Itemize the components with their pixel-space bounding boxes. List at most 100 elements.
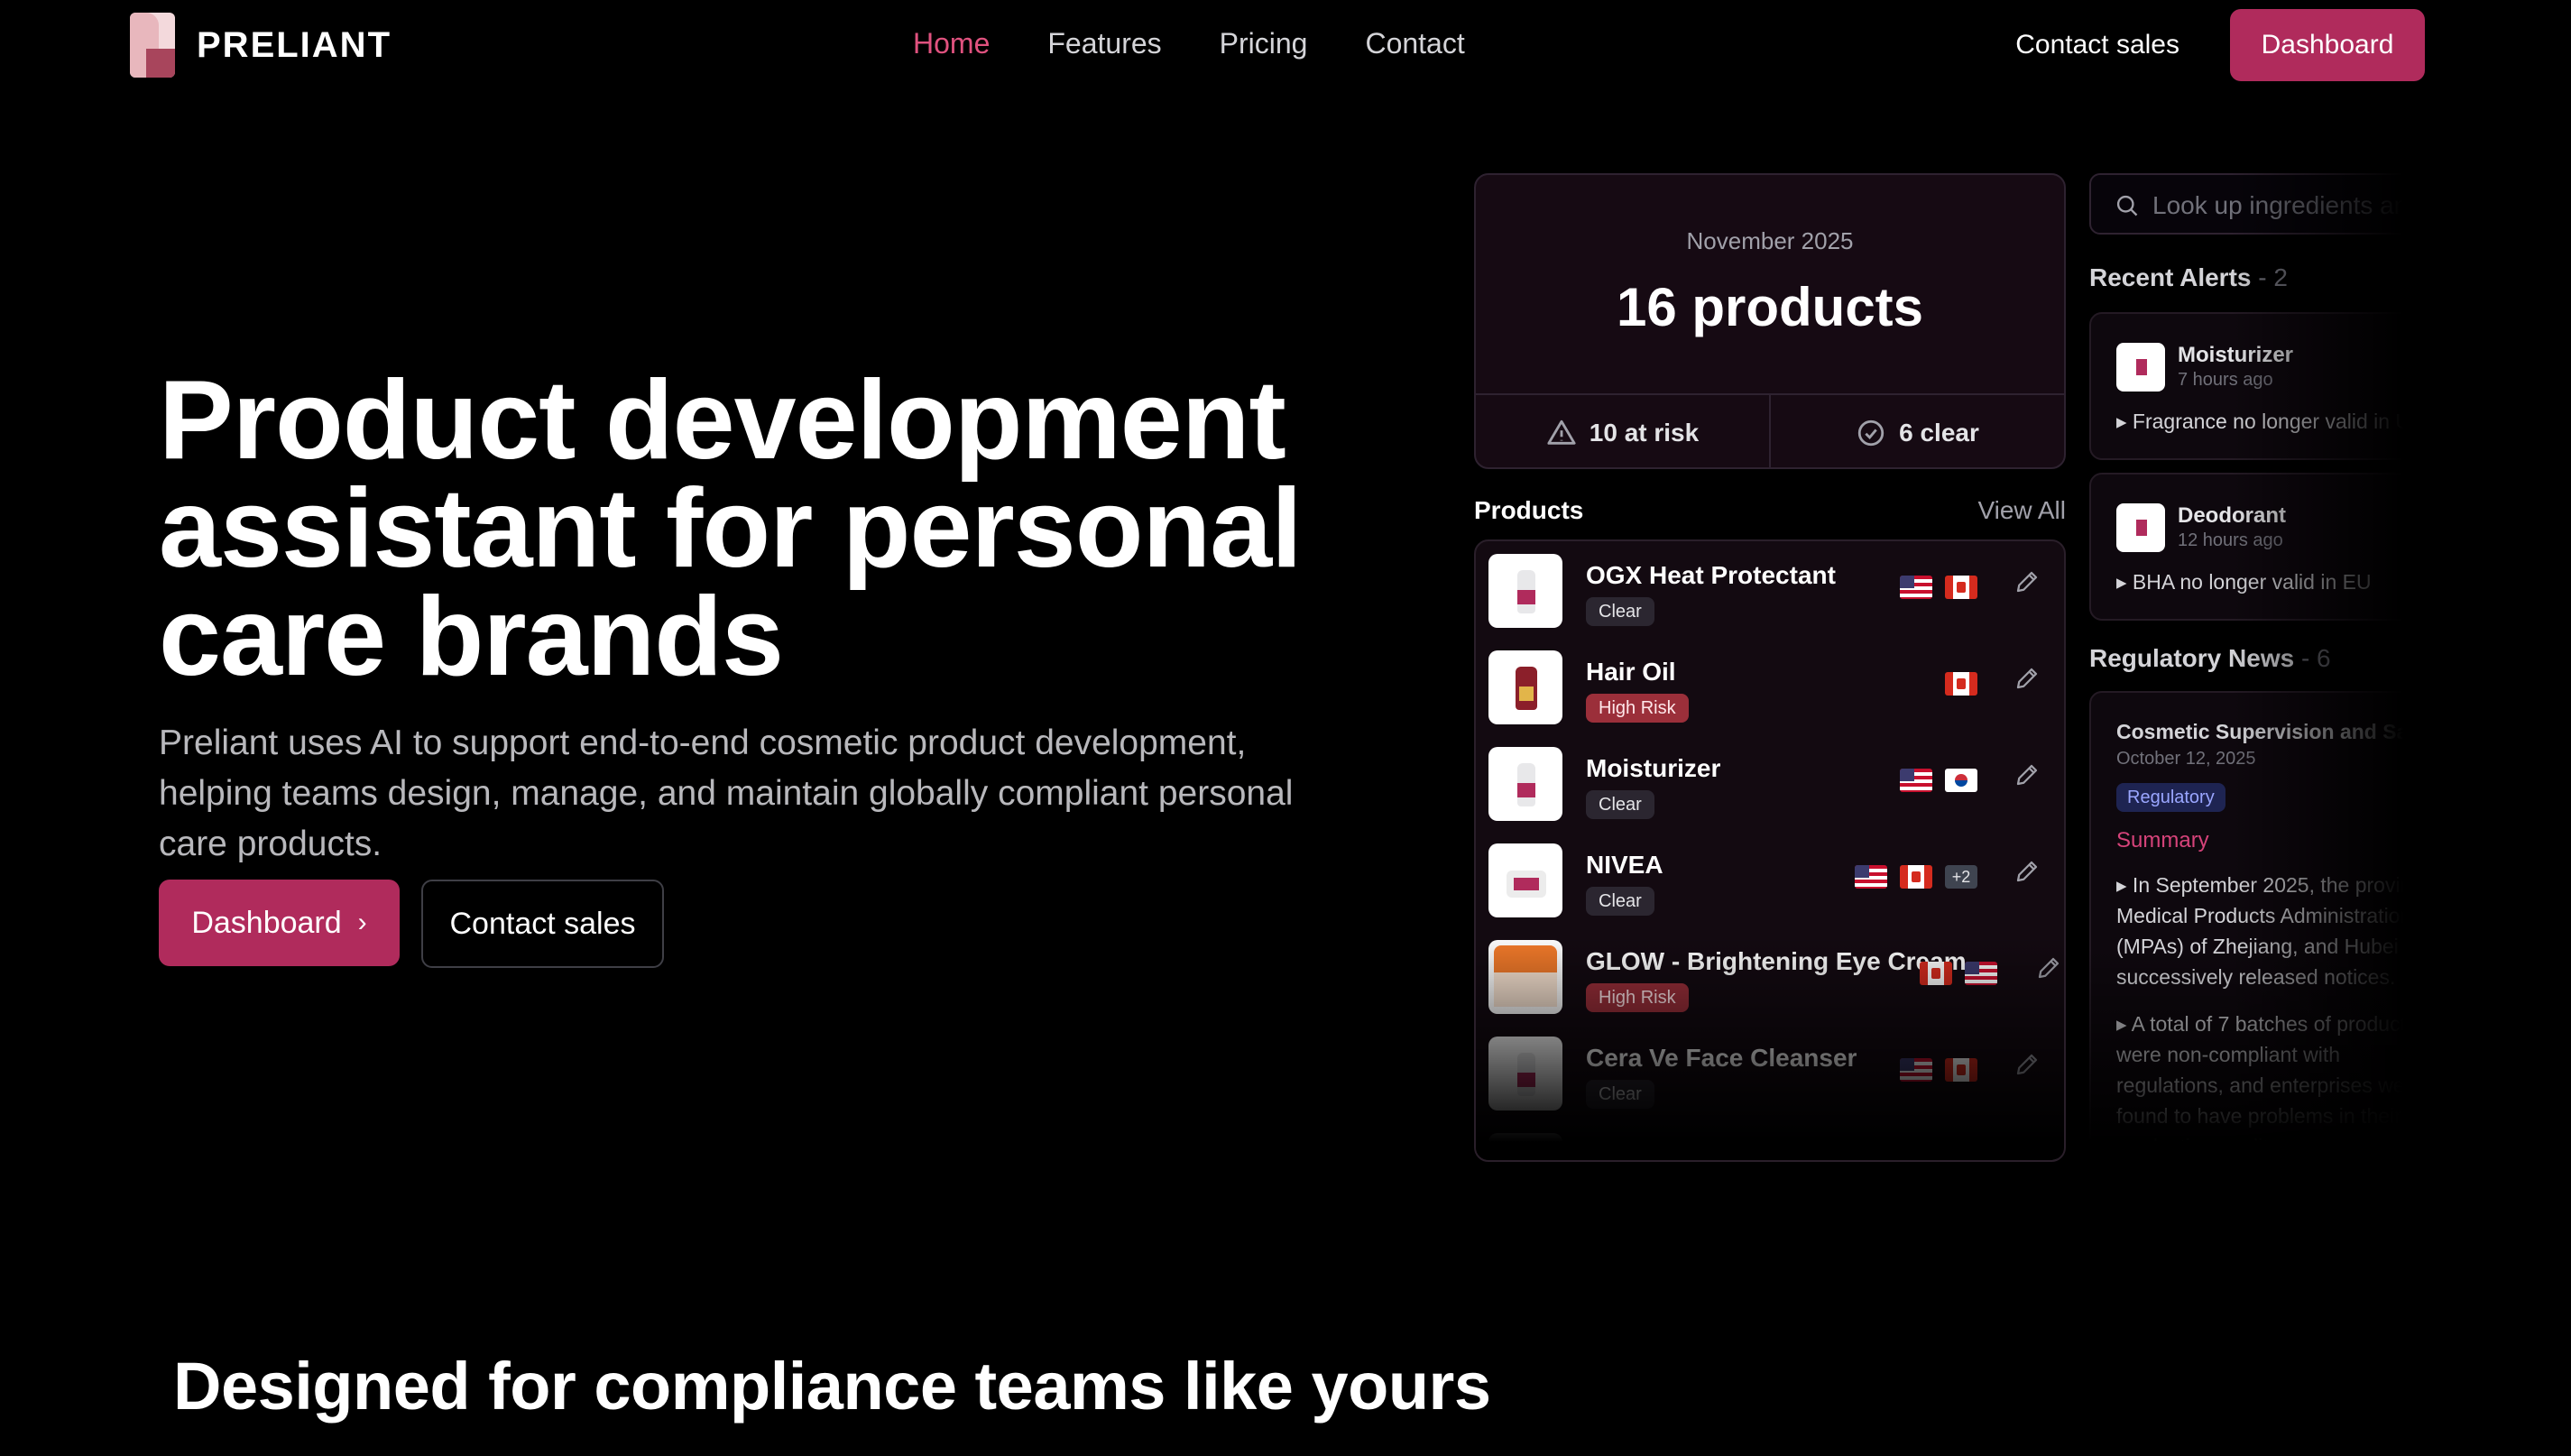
hero-dashboard-label: Dashboard <box>191 905 342 940</box>
news-summary-label: Summary <box>2116 828 2209 852</box>
news-card[interactable]: Cosmetic Supervision and Sampling Octobe… <box>2089 691 2410 1164</box>
search-input[interactable] <box>2152 188 2410 224</box>
market-flags <box>1900 769 1977 792</box>
summary-month: November 2025 <box>1686 227 1854 254</box>
flag-ca-icon <box>1945 576 1977 599</box>
edit-pencil-icon[interactable] <box>2013 665 2050 701</box>
market-flags <box>1965 1155 1997 1160</box>
product-name: Moisturizer <box>1586 754 1721 782</box>
flag-ca-icon <box>1920 962 1952 985</box>
product-row[interactable]: La Roche Posay MoisturizerClear <box>1476 1120 2064 1162</box>
alert-time: 7 hours ago <box>2178 370 2273 390</box>
clear-stat[interactable]: 6 clear <box>1769 395 2064 467</box>
flag-us-icon <box>1965 1155 1997 1160</box>
hero-title-line: care brands <box>159 575 784 699</box>
news-date: October 12, 2025 <box>2116 749 2256 769</box>
products-list: OGX Heat Protectant Clear Hair Oil High Ris… <box>1474 539 2066 1162</box>
nav-link-pricing[interactable]: Pricing <box>1220 27 1308 60</box>
flag-us-icon <box>1965 962 1997 985</box>
ingredient-search <box>2089 173 2410 235</box>
status-badge: Clear <box>1586 887 1654 916</box>
product-row[interactable]: Hair Oil High Risk <box>1476 638 2064 734</box>
product-name: NIVEA <box>1586 851 1663 879</box>
section-title: Designed for compliance teams like yours <box>173 1349 1491 1424</box>
hero-subtitle: Preliant uses AI to support end-to-end c… <box>159 723 1294 863</box>
market-flags <box>1900 576 1977 599</box>
alert-product-name: Deodorant <box>2178 503 2286 528</box>
nav-link-home[interactable]: Home <box>913 27 990 60</box>
at-risk-label: 10 at risk <box>1589 419 1700 447</box>
contact-sales-link[interactable]: Contact sales <box>2015 30 2179 60</box>
alert-time: 12 hours ago <box>2178 530 2283 550</box>
nav-link-contact[interactable]: Contact <box>1365 27 1464 60</box>
product-row[interactable]: GLOW - Brightening Eye Cream High Risk <box>1476 927 2064 1024</box>
product-thumbnail <box>1488 1133 1562 1160</box>
more-markets-badge: +2 <box>1945 865 1977 889</box>
product-row[interactable]: Moisturizer Clear <box>1476 734 2064 831</box>
regulatory-news-title: Regulatory News - 6 <box>2089 644 2331 673</box>
hero-title-line: Product development <box>159 358 1286 483</box>
alert-message: ▸ BHA no longer valid in EU <box>2116 570 2372 594</box>
status-badge: High Risk <box>1586 983 1689 1012</box>
hero-title-line: assistant for personal <box>159 466 1303 591</box>
logo-icon <box>130 13 175 78</box>
edit-pencil-icon[interactable] <box>2013 761 2050 797</box>
product-thumbnail <box>1488 747 1562 821</box>
market-flags <box>1920 962 1997 985</box>
market-flags <box>1945 672 1977 696</box>
recent-alerts-title: Recent Alerts - 2 <box>2089 263 2288 292</box>
product-thumbnail <box>1488 1037 1562 1110</box>
status-badge: Clear <box>1586 1080 1654 1109</box>
hero-title: Product development assistant for person… <box>159 364 1422 693</box>
flag-ca-icon <box>1945 1058 1977 1082</box>
product-thumbnail <box>1488 554 1562 628</box>
clear-label: 6 clear <box>1899 419 1979 447</box>
hero-dashboard-button[interactable]: Dashboard › <box>159 880 400 966</box>
products-header: Products View All <box>1474 496 2066 525</box>
alert-product-name: Moisturizer <box>2178 343 2294 367</box>
news-paragraph: ▸ A total of 7 batches of products were … <box>2116 1012 2410 1158</box>
hero-actions: Dashboard › Contact sales <box>159 880 664 968</box>
summary-card: November 2025 16 products 10 at risk 6 c… <box>1474 173 2066 469</box>
edit-pencil-icon[interactable] <box>2013 858 2050 894</box>
regulatory-news-count: - 6 <box>2300 644 2331 672</box>
flag-us-icon <box>1900 769 1932 792</box>
flag-ca-icon <box>1945 672 1977 696</box>
nav-link-features[interactable]: Features <box>1047 27 1161 60</box>
news-title: Cosmetic Supervision and Sampling <box>2116 720 2410 743</box>
edit-pencil-icon[interactable] <box>2013 568 2050 604</box>
product-name: GLOW - Brightening Eye Cream <box>1586 947 1967 975</box>
edit-pencil-icon[interactable] <box>2035 954 2064 991</box>
recent-alerts-label: Recent Alerts <box>2089 263 2252 291</box>
at-risk-stat[interactable]: 10 at risk <box>1476 395 1769 467</box>
product-thumbnail <box>2116 503 2165 552</box>
product-thumbnail <box>2116 343 2165 392</box>
flag-us-icon <box>1900 1058 1932 1082</box>
flag-kr-icon <box>1945 769 1977 792</box>
edit-pencil-icon[interactable] <box>2035 1147 2064 1160</box>
market-flags: +2 <box>1855 865 1977 889</box>
chevron-right-icon: › <box>357 908 367 937</box>
product-name: La Roche Posay Moisturizer <box>1586 1140 1923 1162</box>
product-row[interactable]: NIVEA Clear +2 <box>1476 831 2064 927</box>
product-row[interactable]: Cera Ve Face Cleanser Clear <box>1476 1024 2064 1120</box>
news-tag: Regulatory <box>2116 783 2225 812</box>
news-paragraph: ▸ In September 2025, the provincial Medi… <box>2116 873 2410 989</box>
alert-card[interactable]: Moisturizer 7 hours ago ▸ Fragrance no l… <box>2089 312 2410 460</box>
edit-pencil-icon[interactable] <box>2013 1051 2050 1087</box>
right-panel: Recent Alerts - 2 Moisturizer 7 hours ag… <box>2089 171 2410 1164</box>
top-nav: PRELIANT Home Features Pricing Contact C… <box>0 0 2571 90</box>
hero-contact-sales-button[interactable]: Contact sales <box>421 880 664 968</box>
product-thumbnail <box>1488 843 1562 917</box>
alert-card[interactable]: Deodorant 12 hours ago ▸ BHA no longer v… <box>2089 473 2410 621</box>
view-all-link[interactable]: View All <box>1977 496 2066 525</box>
product-row[interactable]: OGX Heat Protectant Clear <box>1476 541 2064 638</box>
nav-dashboard-button[interactable]: Dashboard <box>2230 9 2425 81</box>
status-badge: Clear <box>1586 597 1654 626</box>
product-name: Cera Ve Face Cleanser <box>1586 1044 1857 1072</box>
flag-us-icon <box>1855 865 1887 889</box>
summary-count: 16 products <box>1616 277 1924 337</box>
brand-logo[interactable]: PRELIANT <box>130 13 392 78</box>
search-icon <box>2116 195 2138 217</box>
regulatory-news-label: Regulatory News <box>2089 644 2295 672</box>
